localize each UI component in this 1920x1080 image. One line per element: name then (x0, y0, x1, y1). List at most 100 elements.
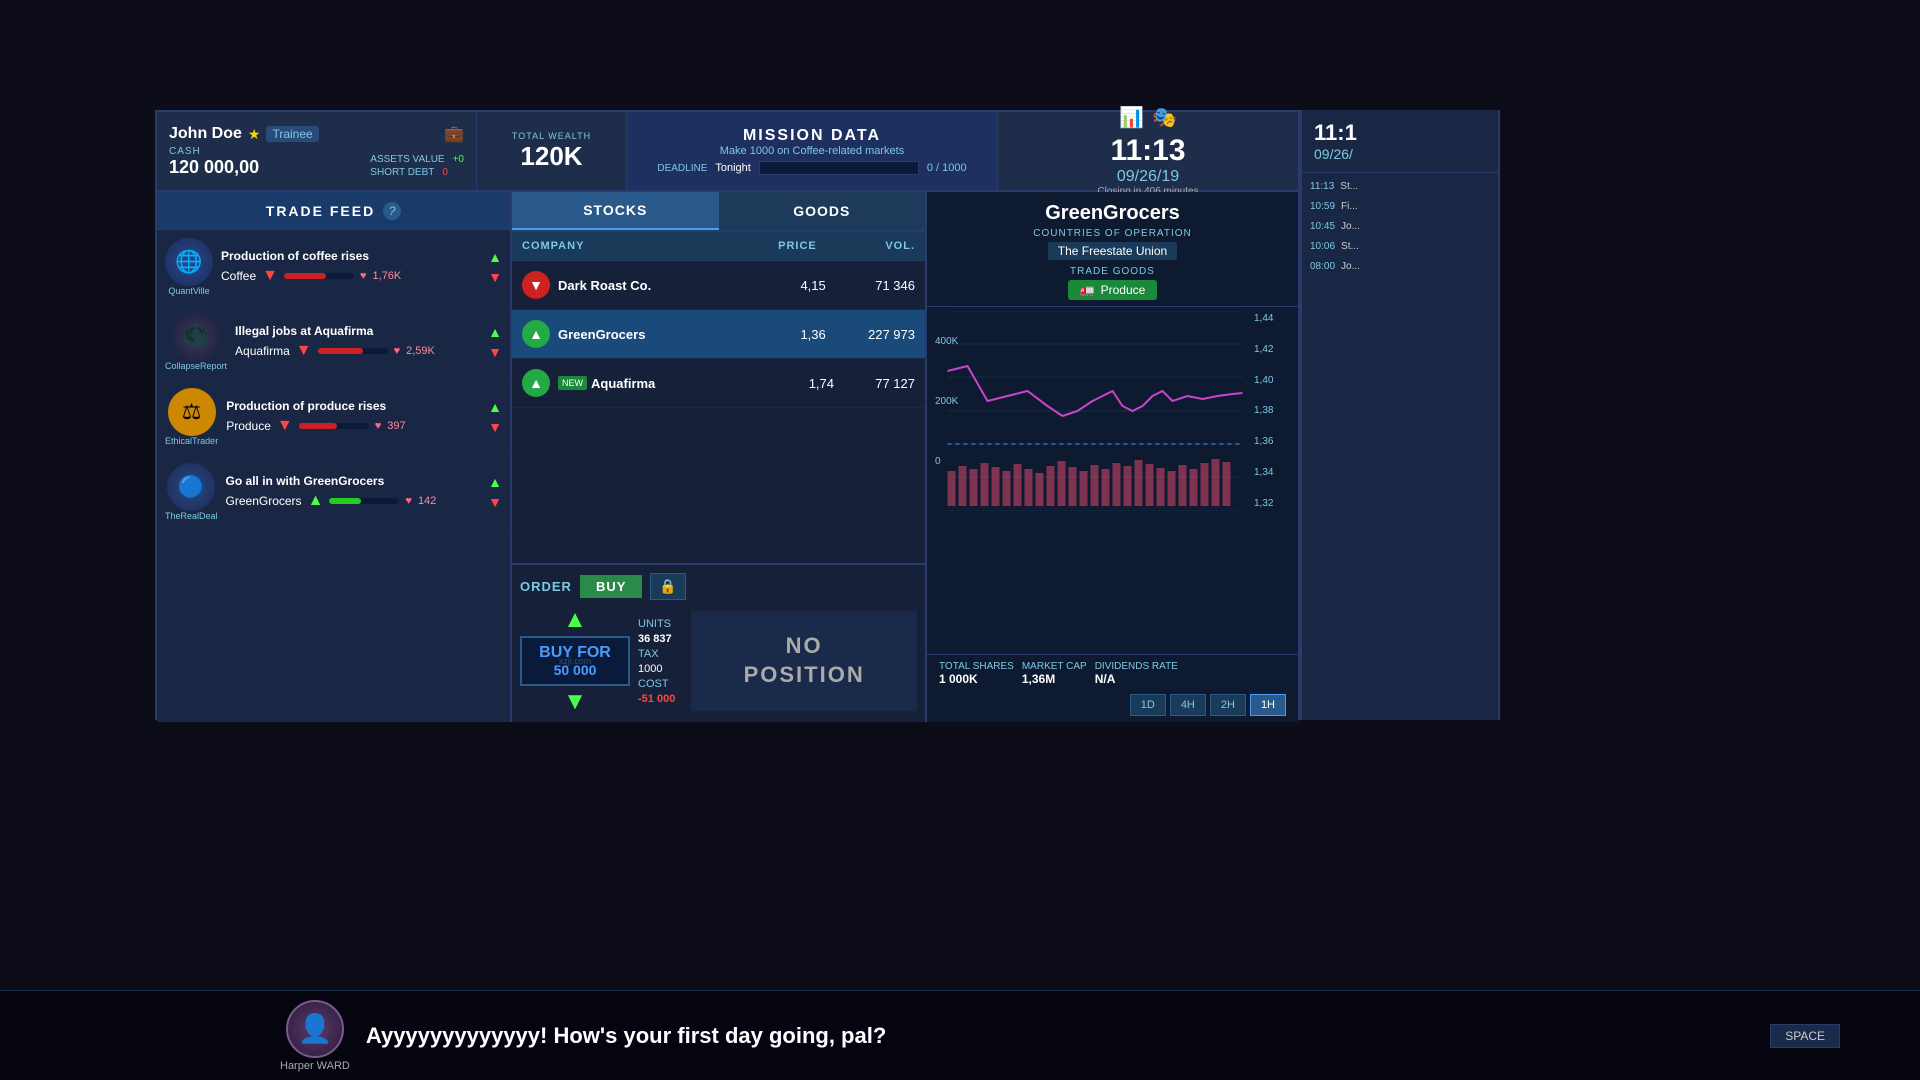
feed-source-1: QuantVille (168, 286, 209, 296)
help-icon[interactable]: ? (383, 202, 401, 220)
assets-row: ASSETS VALUE +0 (370, 154, 464, 165)
stock-vol-1: 71 346 (826, 278, 915, 293)
heart-icon-4: ♥ (405, 495, 412, 507)
space-button[interactable]: SPACE (1770, 1024, 1840, 1048)
feed-source-3: EthicalTrader (165, 436, 218, 446)
time-btn-1h[interactable]: 1H (1250, 694, 1286, 716)
time-btn-4h[interactable]: 4H (1170, 694, 1206, 716)
chart-wrapper: 1,44 1,42 1,40 1,38 1,36 1,34 1,32 (935, 311, 1290, 511)
center-panel: STOCKS GOODS COMPANY PRICE VOL. ▼ Dark R… (512, 192, 927, 722)
feed-avatar-wrapper-2: 🌑 CollapseReport (165, 313, 227, 371)
feed-avatar-1: 🌐 (165, 238, 213, 286)
col-header-price: PRICE (719, 240, 817, 252)
order-amount-section: ▲ BUY FOR 50 000 xzji.com ▼ (520, 608, 630, 714)
table-header: COMPANY PRICE VOL. (512, 232, 925, 261)
assets-label: ASSETS VALUE (370, 154, 444, 165)
produce-badge: 🚛 Produce (1068, 280, 1158, 300)
feed-avatar-3: ⚖ (168, 388, 216, 436)
y-label-4: 1,36 (1254, 436, 1290, 447)
total-shares-value: 1 000K (939, 672, 1014, 686)
deadline-label: DEADLINE (657, 163, 707, 174)
feed-stock-name-2: Aquafirma (235, 344, 290, 358)
market-cap-value: 1,36M (1022, 672, 1087, 686)
feed-up-arrow-4[interactable]: ▲ (488, 474, 502, 490)
news-item-3: 10:45 Jo... (1306, 217, 1494, 237)
feed-stock-row-1: Coffee ▼ ♥ 1,76K (221, 267, 480, 285)
feed-up-arrow-3[interactable]: ▲ (488, 399, 502, 415)
trend-arrow-down-1: ▼ (529, 277, 543, 293)
feed-trend-down-1: ▼ (262, 267, 278, 285)
order-amount-display: BUY FOR 50 000 xzji.com (520, 636, 630, 686)
order-section: ORDER BUY 🔒 ▲ BUY FOR 50 000 xzji.com ▼ (512, 563, 925, 722)
stock-row-3[interactable]: ▲ NEW Aquafirma 1,74 77 127 (512, 359, 925, 408)
tab-bar: STOCKS GOODS (512, 192, 925, 232)
stock-price-2: 1,36 (737, 327, 826, 342)
units-label: UNITS (638, 618, 675, 630)
order-up-button[interactable]: ▲ (563, 608, 587, 632)
feed-trend-down-2: ▼ (296, 342, 312, 360)
assets-value: +0 (453, 154, 464, 165)
lock-button[interactable]: 🔒 (650, 573, 685, 600)
x-labels: 400K 200K 0 (935, 311, 971, 491)
feed-trend-down-3: ▼ (277, 417, 293, 435)
mission-section: MISSION DATA Make 1000 on Coffee-related… (627, 112, 998, 190)
trend-arrow-up-3: ▲ (529, 375, 543, 391)
clock-section: 📊 🎭 11:13 09/26/19 Closing in 406 minute… (998, 112, 1298, 190)
buy-button[interactable]: BUY (580, 575, 642, 598)
time-btn-2h[interactable]: 2H (1210, 694, 1246, 716)
mask-icon: 🎭 (1152, 105, 1177, 130)
cash-value: 120 000,00 (169, 157, 259, 178)
feed-likes-4: 142 (418, 495, 436, 507)
order-amount: 50 000 (554, 662, 597, 678)
no-position-text: NOPOSITION (744, 632, 865, 689)
feed-arrows-4: ▲ ▼ (488, 474, 502, 510)
company-header: GreenGrocers COUNTRIES OF OPERATION The … (927, 192, 1298, 307)
feed-content-2: Illegal jobs at Aquafirma Aquafirma ▼ ♥ … (235, 324, 480, 360)
news-time-2: 10:59 (1310, 201, 1335, 212)
feed-up-arrow-1[interactable]: ▲ (488, 249, 502, 265)
feed-arrows-2: ▲ ▼ (488, 324, 502, 360)
feed-item-4[interactable]: 🔵 TheRealDeal Go all in with GreenGrocer… (157, 455, 510, 530)
feed-bar-3 (299, 423, 369, 429)
tab-stocks[interactable]: STOCKS (512, 192, 719, 230)
cost-value: -51 000 (638, 693, 675, 705)
chart-container: 1,44 1,42 1,40 1,38 1,36 1,34 1,32 (927, 307, 1298, 654)
player-name: John Doe (169, 125, 242, 143)
feed-down-arrow-3[interactable]: ▼ (488, 419, 502, 435)
col-header-company: COMPANY (522, 240, 719, 252)
chat-speaker-name: Harper WARD (280, 1060, 350, 1072)
right-sidebar: 11:1 09/26/ 11:13 St... 10:59 Fi... 10:4… (1300, 110, 1500, 720)
feed-item-3[interactable]: ⚖ EthicalTrader Production of produce ri… (157, 380, 510, 455)
feed-up-arrow-2[interactable]: ▲ (488, 324, 502, 340)
feed-stock-name-1: Coffee (221, 269, 256, 283)
right-clock-time: 11:1 (1314, 120, 1486, 146)
stock-row-1[interactable]: ▼ Dark Roast Co. 4,15 71 346 (512, 261, 925, 310)
news-text-4: St... (1341, 241, 1359, 252)
news-time-5: 08:00 (1310, 261, 1335, 272)
feed-down-arrow-4[interactable]: ▼ (488, 494, 502, 510)
tab-goods[interactable]: GOODS (719, 192, 926, 230)
wealth-section: TOTAL WEALTH 120K (477, 112, 627, 190)
news-item-5: 08:00 Jo... (1306, 257, 1494, 277)
trend-icon-1: ▼ (522, 271, 550, 299)
feed-down-arrow-2[interactable]: ▼ (488, 344, 502, 360)
feed-arrows-1: ▲ ▼ (488, 249, 502, 285)
no-position-panel: NOPOSITION (691, 611, 917, 711)
feed-item-2[interactable]: 🌑 CollapseReport Illegal jobs at Aquafir… (157, 305, 510, 380)
y-label-1: 1,42 (1254, 344, 1290, 355)
order-down-button[interactable]: ▼ (563, 690, 587, 714)
feed-stock-name-4: GreenGrocers (226, 494, 302, 508)
feed-down-arrow-1[interactable]: ▼ (488, 269, 502, 285)
table-spacer (512, 408, 925, 563)
feed-likes-2: 2,59K (406, 345, 435, 357)
feed-stock-row-2: Aquafirma ▼ ♥ 2,59K (235, 342, 480, 360)
y-label-5: 1,34 (1254, 467, 1290, 478)
right-clock: 11:1 09/26/ (1302, 110, 1498, 173)
stock-row-2[interactable]: ▲ GreenGrocers 1,36 227 973 (512, 310, 925, 359)
chat-message: Ayyyyyyyyyyyyy! How's your first day goi… (366, 1023, 886, 1049)
feed-item-1[interactable]: 🌐 QuantVille Production of coffee rises … (157, 230, 510, 305)
right-news-feed: 11:13 St... 10:59 Fi... 10:45 Jo... 10:0… (1302, 173, 1498, 281)
feed-avatar-4: 🔵 (167, 463, 215, 511)
wealth-label: TOTAL WEALTH (512, 131, 591, 141)
time-btn-1d[interactable]: 1D (1130, 694, 1166, 716)
